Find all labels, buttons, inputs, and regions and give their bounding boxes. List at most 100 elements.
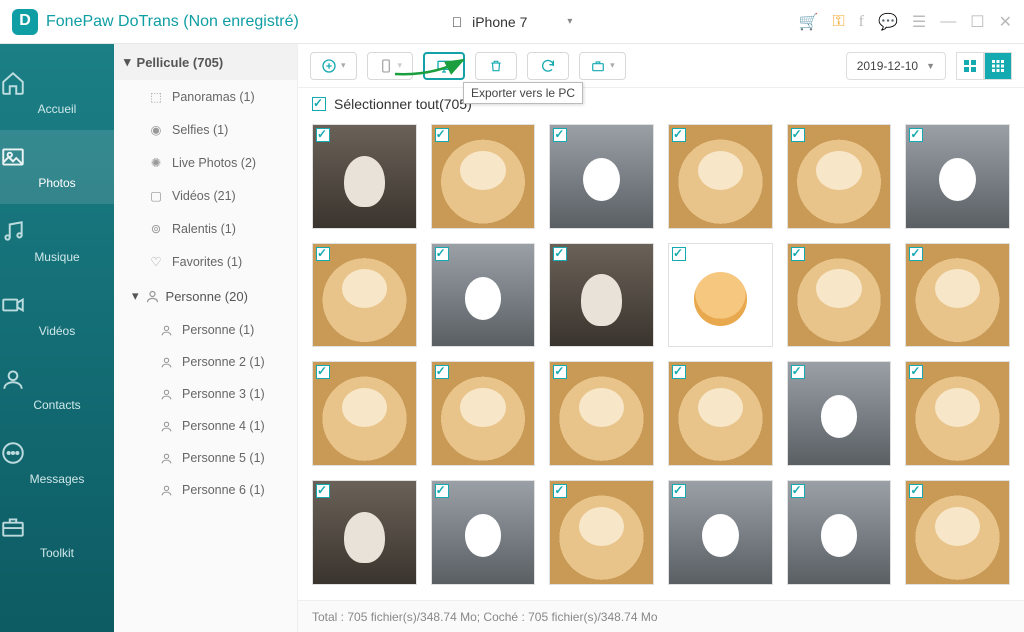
sidebar-item-image[interactable]: Photos [0,130,114,204]
video-cam-icon: ▢ [148,188,164,203]
toolbox-button[interactable]: ▾ [579,52,626,80]
sidebar-item-video[interactable]: Vidéos [0,278,114,352]
thumb-checkbox[interactable] [553,365,567,379]
folder-item-person[interactable]: Personne 6 (1) [114,474,297,506]
thumb-checkbox[interactable] [672,484,686,498]
folder-item-label: Vidéos (21) [172,189,236,203]
toolbar: ▾ ▾ ▾ Exporter vers le [298,44,1024,88]
view-small-button[interactable] [984,52,1012,80]
thumb-checkbox[interactable] [553,484,567,498]
folder-item-person[interactable]: Personne 2 (1) [114,346,297,378]
photo-thumbnail[interactable] [905,480,1010,585]
export-pc-button[interactable] [423,52,465,80]
folder-item[interactable]: ✺Live Photos (2) [114,146,297,179]
photo-thumbnail[interactable] [787,124,892,229]
thumb-checkbox[interactable] [909,128,923,142]
photo-thumbnail[interactable] [549,480,654,585]
photo-thumbnail[interactable] [787,480,892,585]
folder-item[interactable]: ▢ Vidéos (21) [114,179,297,212]
sidebar-item-contact[interactable]: Contacts [0,352,114,426]
facebook-icon[interactable]: f [859,13,864,31]
thumb-checkbox[interactable] [791,128,805,142]
photo-thumbnail[interactable] [905,124,1010,229]
folder-item-person[interactable]: Personne 3 (1) [114,378,297,410]
thumb-checkbox[interactable] [791,365,805,379]
close-icon[interactable]: ✕ [999,12,1012,32]
thumb-checkbox[interactable] [909,247,923,261]
folder-item[interactable]: ⬚Panoramas (1) [114,80,297,113]
sidebar-item-toolkit[interactable]: Toolkit [0,500,114,574]
thumb-checkbox[interactable] [316,365,330,379]
photo-thumbnail[interactable] [668,480,773,585]
photo-thumbnail[interactable] [549,361,654,466]
photo-thumbnail[interactable] [312,480,417,585]
thumb-checkbox[interactable] [909,365,923,379]
photo-thumbnail[interactable] [787,361,892,466]
photo-thumbnail[interactable] [431,124,536,229]
person-icon [158,388,174,401]
folder-item[interactable]: ⊚Ralentis (1) [114,212,297,245]
sidebar-item-home[interactable]: Accueil [0,56,114,130]
thumb-checkbox[interactable] [553,128,567,142]
thumb-checkbox[interactable] [909,484,923,498]
thumb-checkbox[interactable] [435,128,449,142]
contact-icon [0,366,114,392]
person-icon [158,484,174,497]
refresh-button[interactable] [527,52,569,80]
folder-item[interactable]: ♡Favorites (1) [114,245,297,278]
panorama-icon: ⬚ [148,89,164,104]
photo-thumbnail[interactable] [431,243,536,348]
photo-thumbnail[interactable] [905,243,1010,348]
photo-thumbnail[interactable] [431,480,536,585]
thumb-checkbox[interactable] [316,128,330,142]
minimize-icon[interactable]: — [940,13,956,31]
export-device-button[interactable]: ▾ [367,52,414,80]
menu-icon[interactable]: ☰ [912,12,926,32]
thumb-checkbox[interactable] [672,128,686,142]
photo-thumbnail[interactable] [431,361,536,466]
folder-header-pellicule[interactable]: ▾ Pellicule (705) [114,44,297,80]
view-large-button[interactable] [956,52,984,80]
thumb-checkbox[interactable] [435,484,449,498]
photo-thumbnail[interactable] [549,124,654,229]
thumb-checkbox[interactable] [316,247,330,261]
thumb-checkbox[interactable] [672,247,686,261]
cart-icon[interactable]: 🛒 [799,12,819,32]
folder-header-personne[interactable]: ▾ Personne (20) [114,278,297,314]
sidebar-item-music[interactable]: Musique [0,204,114,278]
photo-thumbnail[interactable] [905,361,1010,466]
photo-thumbnail[interactable] [668,124,773,229]
folder-item[interactable]: ◉Selfies (1) [114,113,297,146]
photo-thumbnail[interactable] [312,243,417,348]
photo-thumbnail[interactable] [787,243,892,348]
folder-item-label: Personne 6 (1) [182,483,265,497]
add-button[interactable]: ▾ [310,52,357,80]
maximize-icon[interactable]: ☐ [970,12,984,32]
sidebar-item-label: Messages [30,472,85,486]
folder-item-person[interactable]: Personne 4 (1) [114,410,297,442]
thumb-checkbox[interactable] [316,484,330,498]
device-selector[interactable]:  iPhone 7 ▾ [401,9,624,35]
select-all-checkbox[interactable] [312,97,326,111]
thumb-checkbox[interactable] [791,484,805,498]
date-picker[interactable]: 2019-12-10 ▼ [846,52,946,80]
photo-thumbnail[interactable] [668,361,773,466]
folder-item-person[interactable]: Personne (1) [114,314,297,346]
thumb-checkbox[interactable] [672,365,686,379]
thumb-checkbox[interactable] [553,247,567,261]
toolkit-icon [0,514,114,540]
sidebar-item-label: Photos [38,176,75,190]
thumb-checkbox[interactable] [435,365,449,379]
photo-thumbnail[interactable] [312,124,417,229]
thumb-checkbox[interactable] [435,247,449,261]
delete-button[interactable] [475,52,517,80]
photo-thumbnail[interactable] [549,243,654,348]
photo-thumbnail[interactable] [312,361,417,466]
feedback-icon[interactable]: 💬 [878,12,898,32]
sidebar-item-message[interactable]: Messages [0,426,114,500]
key-icon[interactable]: ⚿ [832,13,844,31]
thumb-checkbox[interactable] [791,247,805,261]
music-icon [0,218,114,244]
photo-thumbnail[interactable] [668,243,773,348]
folder-item-person[interactable]: Personne 5 (1) [114,442,297,474]
